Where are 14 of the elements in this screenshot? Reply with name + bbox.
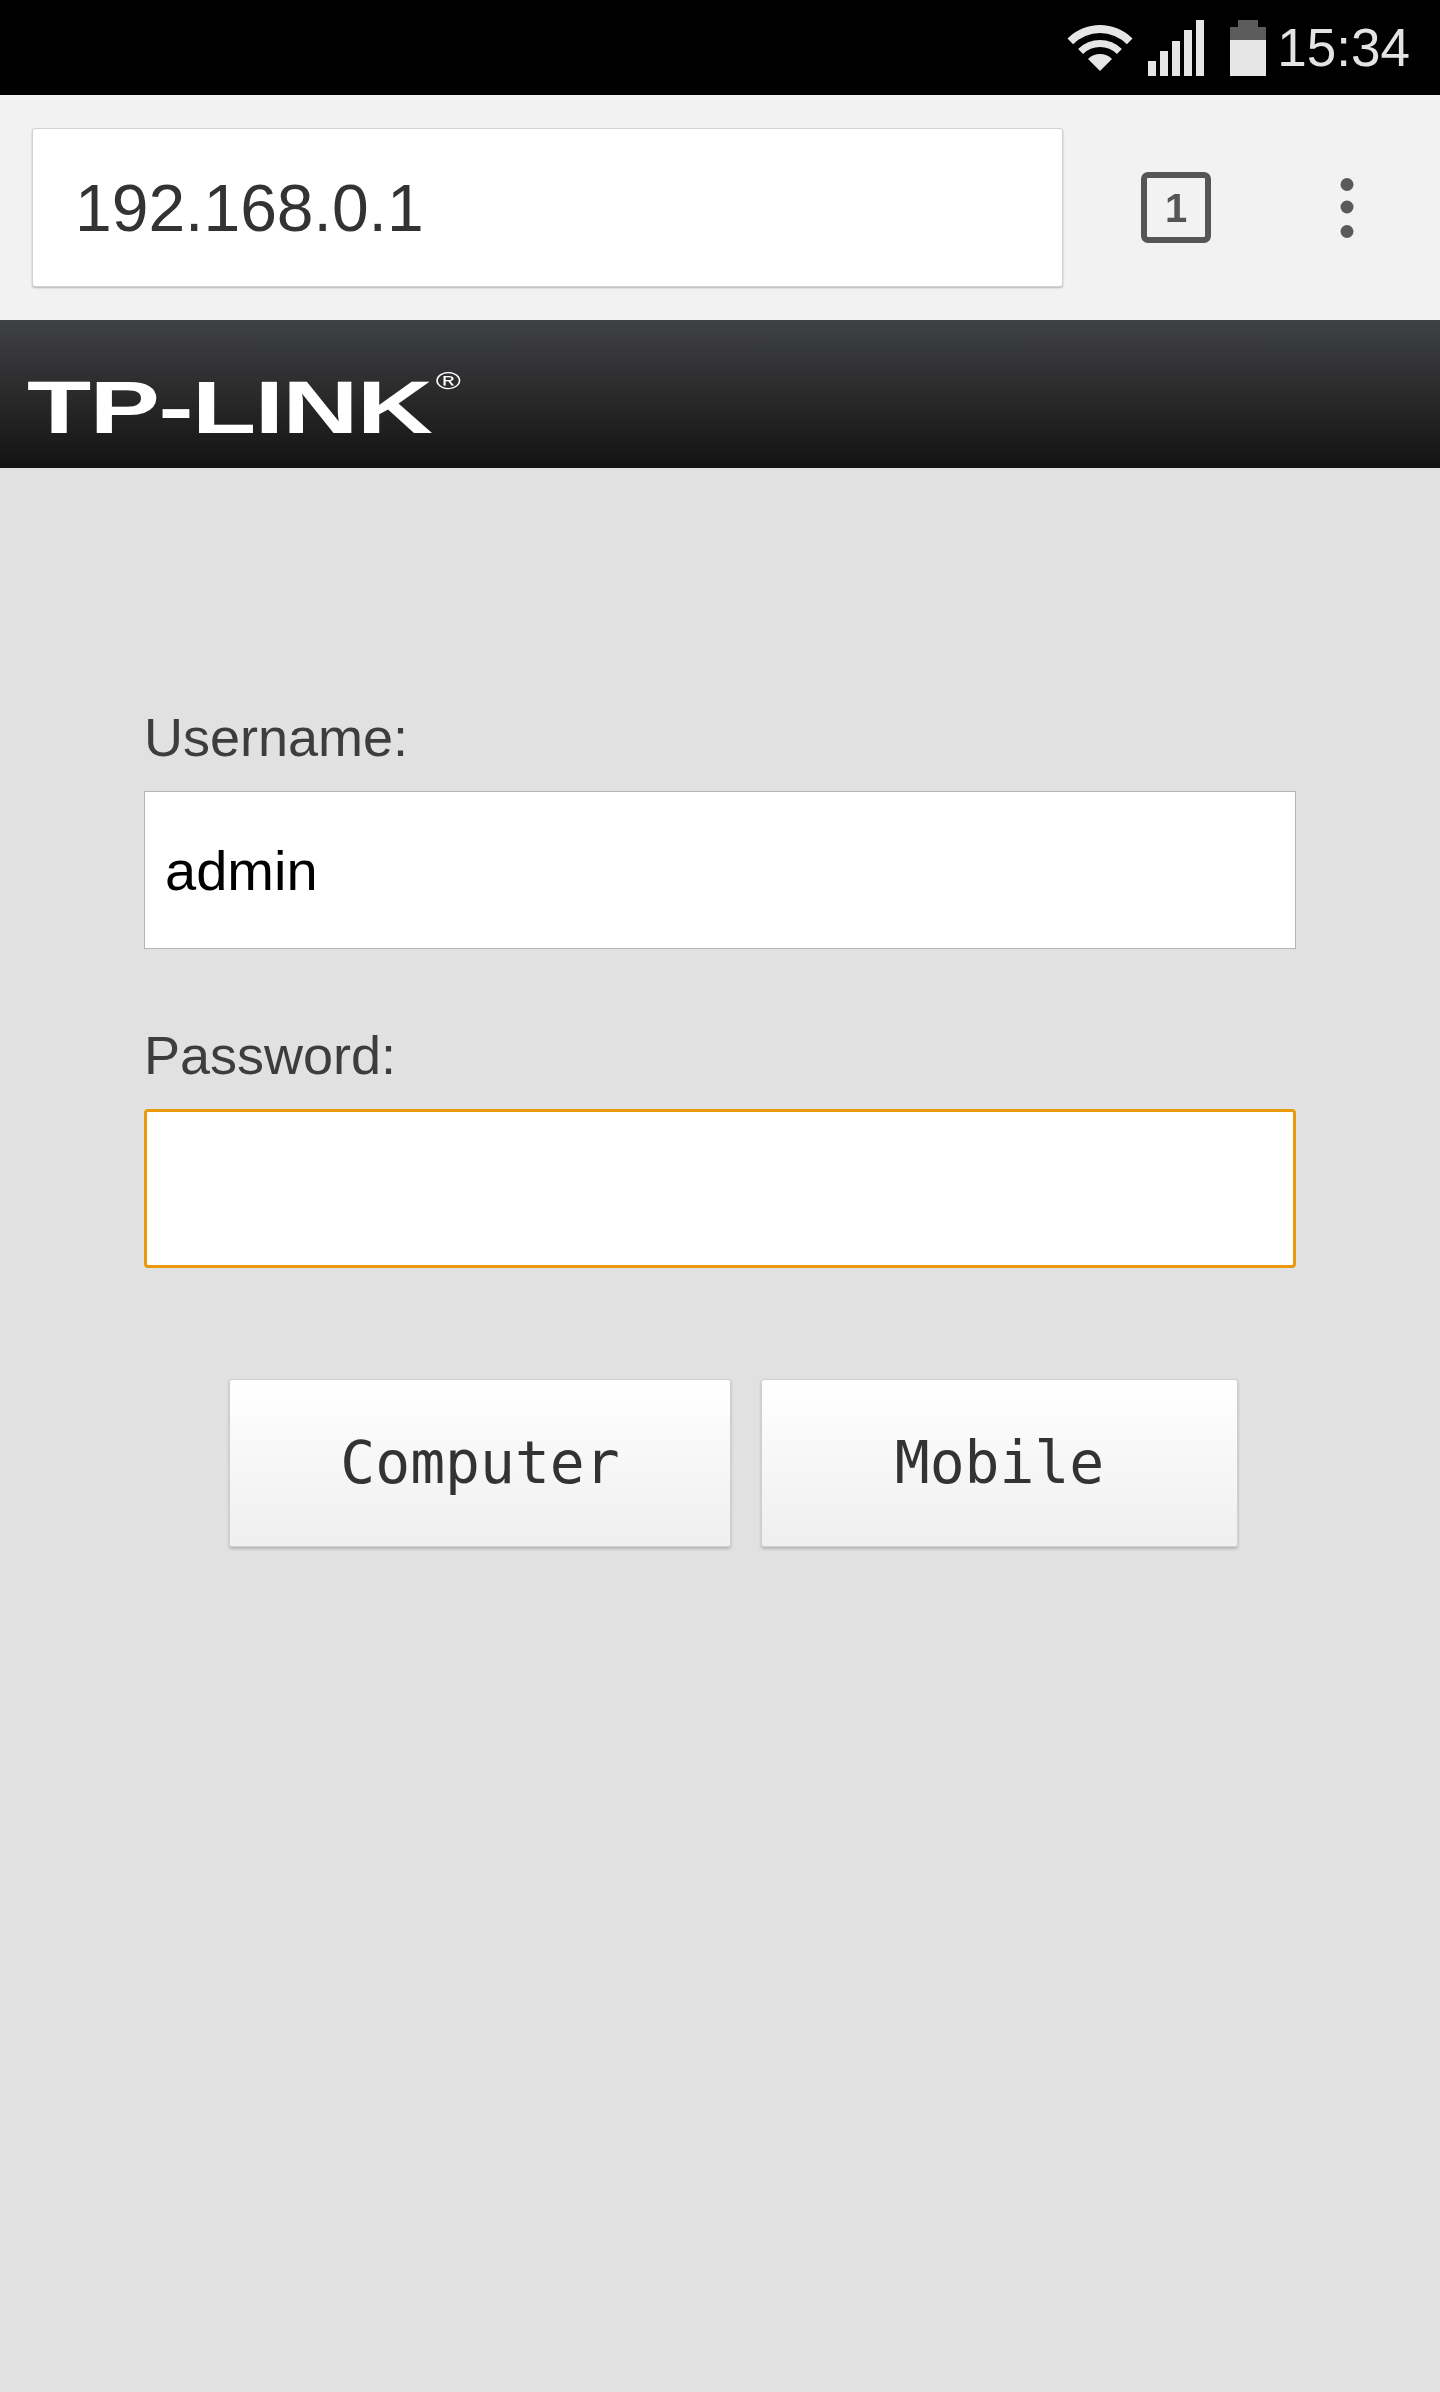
field-label: Password: bbox=[144, 1024, 398, 1086]
wifi-icon bbox=[1067, 23, 1134, 72]
battery-icon bbox=[1230, 19, 1267, 76]
mode-button[interactable]: Computer bbox=[229, 1379, 731, 1547]
address-field[interactable]: 192.168.0.1 bbox=[32, 128, 1063, 287]
logo: TP-LINK$^{®}$ bbox=[27, 371, 460, 445]
signal-icon bbox=[1148, 19, 1205, 76]
menu-icon[interactable] bbox=[1340, 177, 1354, 238]
input-field[interactable]: admin bbox=[144, 791, 1296, 949]
mode-button[interactable]: Mobile bbox=[761, 1379, 1238, 1547]
tab-count-button[interactable]: 1 bbox=[1141, 172, 1211, 243]
input-field[interactable] bbox=[144, 1109, 1296, 1268]
clock-time: 15:34 bbox=[1277, 17, 1410, 78]
field-label: Username: bbox=[144, 706, 410, 768]
